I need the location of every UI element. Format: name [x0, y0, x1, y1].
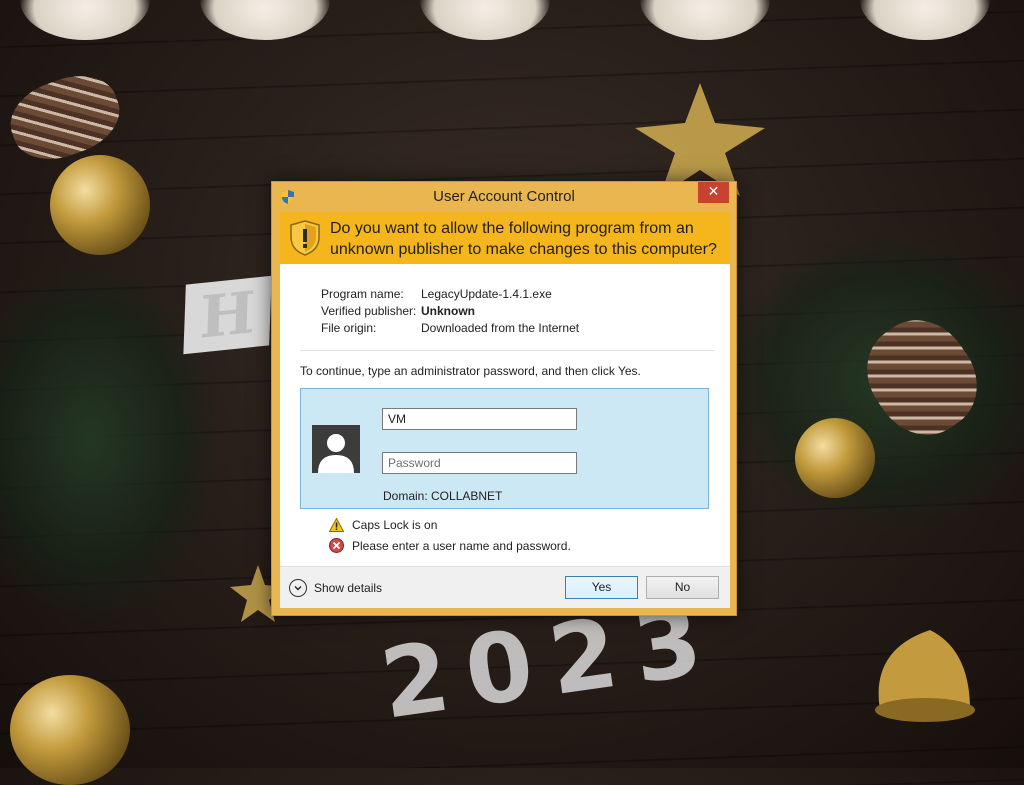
title-bar[interactable]: User Account Control ✕	[272, 182, 736, 212]
show-details-label: Show details	[314, 581, 383, 595]
gold-ornament	[10, 675, 130, 785]
prompt-question: Do you want to allow the following progr…	[330, 220, 717, 258]
pine-cone	[848, 301, 996, 454]
light-bulb	[420, 0, 550, 40]
chevron-down-icon	[289, 579, 307, 597]
pine-cone	[0, 63, 130, 172]
gold-star	[635, 83, 765, 196]
pine-branch	[0, 260, 220, 620]
info-row-publisher: Verified publisher: Unknown	[321, 303, 579, 320]
light-bulb	[20, 0, 150, 40]
light-bulb	[640, 0, 770, 40]
gold-ornament	[795, 418, 875, 498]
warning-shield-icon	[290, 220, 320, 256]
yes-button[interactable]: Yes	[565, 576, 638, 599]
show-details-toggle[interactable]: Show details	[289, 579, 382, 597]
caps-lock-warning: Caps Lock is on	[329, 518, 437, 532]
instruction-text: To continue, type an administrator passw…	[300, 364, 641, 378]
close-button[interactable]: ✕	[698, 182, 729, 203]
divider	[300, 350, 714, 351]
info-key: File origin:	[321, 321, 377, 335]
light-bulb	[200, 0, 330, 40]
gold-bell	[875, 630, 975, 722]
credential-tile[interactable]: Domain: COLLABNET	[300, 388, 709, 509]
publisher-value: Unknown	[421, 304, 475, 318]
gold-ornament	[50, 155, 150, 255]
password-field[interactable]	[382, 452, 577, 474]
no-button[interactable]: No	[646, 576, 719, 599]
info-row-file-origin: File origin: Downloaded from the Interne…	[321, 320, 579, 337]
dialog-footer: Show details Yes No	[280, 566, 730, 608]
pine-branch	[720, 230, 1024, 530]
error-icon	[329, 538, 344, 553]
close-icon: ✕	[707, 184, 720, 200]
caps-lock-text: Caps Lock is on	[352, 518, 438, 532]
credential-error: Please enter a user name and password.	[329, 538, 571, 553]
user-avatar-icon	[312, 425, 360, 473]
username-field[interactable]	[382, 408, 577, 430]
domain-label: Domain: COLLABNET	[383, 489, 503, 503]
window-title: User Account Control	[433, 188, 575, 205]
info-key: Verified publisher:	[321, 304, 417, 318]
warning-icon	[329, 518, 344, 532]
letter-block-decor: H	[183, 275, 272, 355]
info-key: Program name:	[321, 287, 404, 301]
program-info: Program name: LegacyUpdate-1.4.1.exe Ver…	[321, 286, 579, 337]
program-name-value: LegacyUpdate-1.4.1.exe	[421, 287, 552, 301]
file-origin-value: Downloaded from the Internet	[421, 321, 580, 335]
uac-dialog: User Account Control ✕ Do you want to al…	[271, 181, 737, 616]
light-bulb	[860, 0, 990, 40]
error-text: Please enter a user name and password.	[352, 538, 571, 553]
info-row-program-name: Program name: LegacyUpdate-1.4.1.exe	[321, 286, 579, 303]
